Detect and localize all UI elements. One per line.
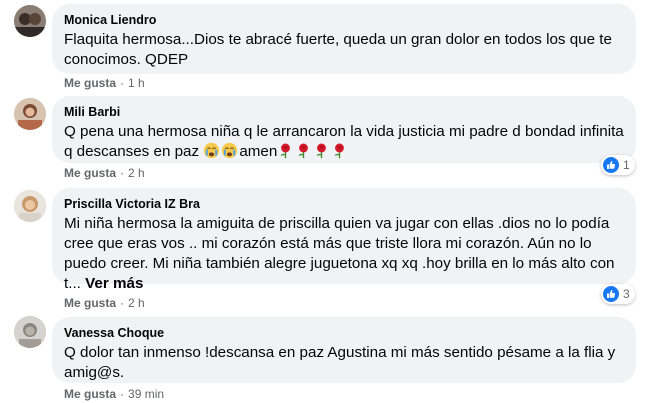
- like-button[interactable]: Me gusta: [64, 387, 116, 401]
- see-more-link[interactable]: Ver más: [85, 275, 143, 292]
- comment-text-body: Mi niña hermosa la amiguita de priscilla…: [64, 215, 615, 292]
- avatar[interactable]: [14, 98, 46, 130]
- timestamp[interactable]: 2 h: [128, 296, 145, 310]
- reaction-count[interactable]: 3: [601, 284, 635, 304]
- comment: Monica Liendro Flaquita hermosa...Dios t…: [0, 0, 648, 95]
- thumbs-up-icon: [603, 286, 619, 302]
- like-button[interactable]: Me gusta: [64, 76, 116, 90]
- comment-text: Q pena una hermosa niña q le arrancaron …: [64, 122, 624, 162]
- timestamp[interactable]: 39 min: [128, 387, 164, 401]
- avatar[interactable]: [14, 190, 46, 222]
- comment-author[interactable]: Vanessa Choque: [64, 325, 624, 341]
- comment-bubble: Vanessa Choque Q dolor tan inmenso !desc…: [52, 317, 636, 383]
- comment: Vanessa Choque Q dolor tan inmenso !desc…: [0, 313, 648, 403]
- comment-actions: Me gusta · 1 h: [64, 75, 145, 91]
- comment-actions: Me gusta · 2 h: [64, 165, 145, 181]
- thumbs-up-icon: [603, 157, 619, 173]
- reaction-count[interactable]: 1: [601, 155, 635, 175]
- like-button[interactable]: Me gusta: [64, 166, 116, 180]
- comment-author[interactable]: Priscilla Victoria IZ Bra: [64, 196, 624, 212]
- avatar[interactable]: [14, 5, 46, 37]
- comment: Mili Barbi Q pena una hermosa niña q le …: [0, 95, 648, 187]
- rose-icon: [281, 143, 291, 159]
- comment-author[interactable]: Mili Barbi: [64, 104, 624, 120]
- comment-text-line: Q pena una hermosa niña q le arrancaron …: [64, 123, 624, 140]
- crying-face-icon: [204, 142, 220, 159]
- like-button[interactable]: Me gusta: [64, 296, 116, 310]
- comment-actions: Me gusta · 2 h: [64, 295, 145, 311]
- comment-text: Flaquita hermosa...Dios te abracé fuerte…: [64, 31, 612, 68]
- comment-actions: Me gusta · 39 min: [64, 386, 164, 402]
- timestamp[interactable]: 2 h: [128, 166, 145, 180]
- timestamp[interactable]: 1 h: [128, 76, 145, 90]
- comment-bubble: Monica Liendro Flaquita hermosa...Dios t…: [52, 4, 636, 74]
- comment: Priscilla Victoria IZ Bra Mi niña hermos…: [0, 187, 648, 313]
- comment-text: Mi niña hermosa la amiguita de priscilla…: [64, 214, 624, 294]
- rose-icon: [335, 143, 345, 159]
- rose-icon: [317, 143, 327, 159]
- comment-text-line: q descanses en paz: [64, 143, 204, 160]
- reaction-count-text: 3: [623, 287, 630, 301]
- separator: ·: [120, 387, 125, 401]
- comment-text-word: amen: [239, 143, 278, 160]
- comment-bubble: Priscilla Victoria IZ Bra Mi niña hermos…: [52, 188, 636, 292]
- separator: ·: [120, 76, 125, 90]
- comment-bubble: Mili Barbi Q pena una hermosa niña q le …: [52, 96, 636, 163]
- rose-icon: [299, 143, 309, 159]
- comment-text: Q dolor tan inmenso !descansa en paz Agu…: [64, 344, 616, 381]
- comment-author[interactable]: Monica Liendro: [64, 12, 624, 28]
- separator: ·: [120, 296, 125, 310]
- crying-face-icon: [222, 142, 238, 159]
- separator: ·: [120, 166, 125, 180]
- avatar[interactable]: [14, 316, 46, 348]
- reaction-count-text: 1: [623, 158, 630, 172]
